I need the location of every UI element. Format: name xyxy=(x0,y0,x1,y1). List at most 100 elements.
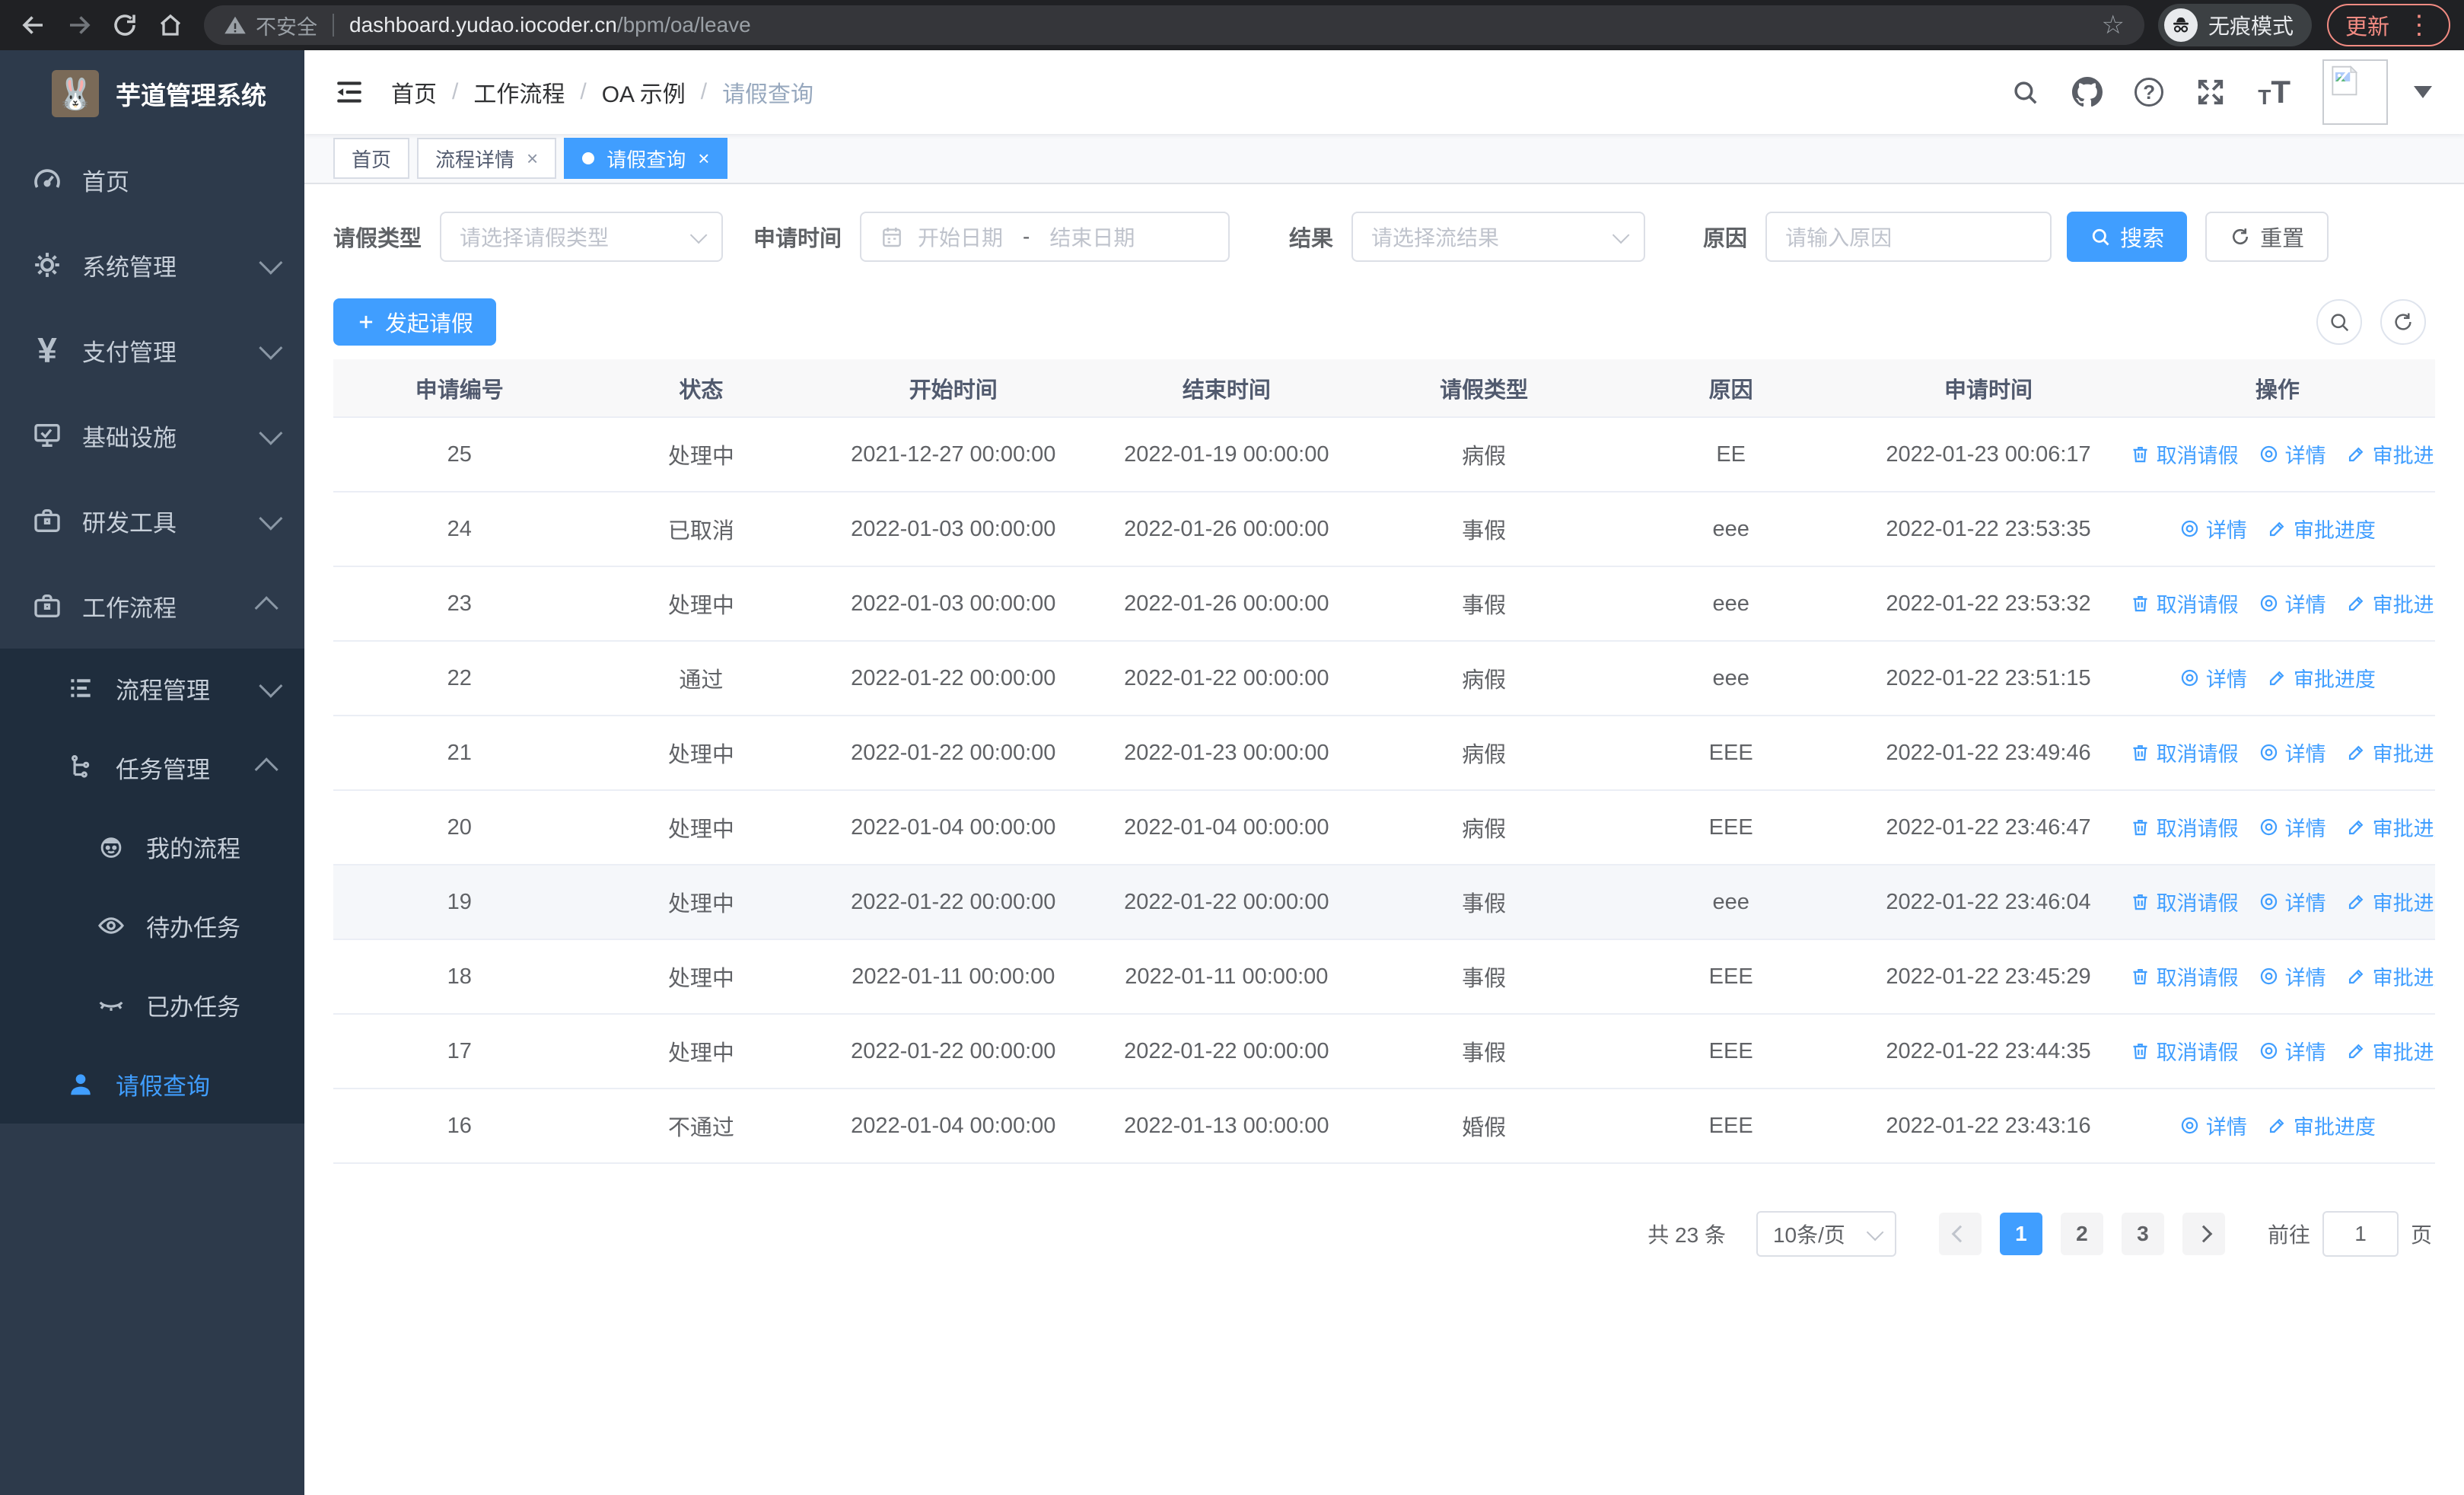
table-cell: EE xyxy=(1604,416,1858,492)
progress-link[interactable]: 审批进度 xyxy=(2346,961,2435,991)
sidebar-item-todo-tasks[interactable]: 待办任务 xyxy=(0,886,304,965)
cancel-leave-link[interactable]: 取消请假 xyxy=(2130,961,2239,991)
progress-link[interactable]: 审批进度 xyxy=(2346,1036,2435,1066)
reset-button[interactable]: 重置 xyxy=(2205,212,2329,262)
sidebar-item-payment[interactable]: ¥ 支付管理 xyxy=(0,308,304,393)
view-icon xyxy=(2260,594,2277,611)
cancel-leave-link[interactable]: 取消请假 xyxy=(2130,588,2239,618)
avatar[interactable] xyxy=(2322,59,2388,125)
cancel-leave-link[interactable]: 取消请假 xyxy=(2130,439,2239,469)
pen-icon xyxy=(2348,894,2364,909)
progress-link[interactable]: 审批进度 xyxy=(2267,514,2376,543)
sidebar-item-devtools[interactable]: 研发工具 xyxy=(0,478,304,563)
progress-link[interactable]: 审批进度 xyxy=(2346,887,2435,916)
github-icon[interactable] xyxy=(2072,77,2103,107)
next-page-button[interactable] xyxy=(2182,1213,2225,1255)
breadcrumb-item[interactable]: OA 示例 xyxy=(602,75,686,109)
goto-page-input[interactable] xyxy=(2322,1211,2399,1257)
progress-link[interactable]: 审批进度 xyxy=(2346,738,2435,767)
tab-home[interactable]: 首页 xyxy=(333,138,410,179)
sidebar-item-done-tasks[interactable]: 已办任务 xyxy=(0,965,304,1044)
detail-link[interactable]: 详情 xyxy=(2259,812,2326,842)
reason-input[interactable]: 请输入原因 xyxy=(1765,212,2052,262)
prev-page-button[interactable] xyxy=(1938,1213,1982,1255)
search-icon[interactable] xyxy=(2010,77,2040,107)
tab-process-detail[interactable]: 流程详情 × xyxy=(417,138,557,179)
sidebar-item-leave-query[interactable]: 请假查询 xyxy=(0,1044,304,1124)
apply-time-range-picker[interactable]: 开始日期 - 结束日期 xyxy=(860,212,1230,262)
fullscreen-icon[interactable] xyxy=(2195,77,2226,107)
col-reason: 原因 xyxy=(1604,359,1858,417)
update-label[interactable]: 更新 xyxy=(2345,9,2389,41)
cancel-leave-link[interactable]: 取消请假 xyxy=(2130,887,2239,916)
collapse-sidebar-icon[interactable] xyxy=(333,76,367,108)
back-icon[interactable] xyxy=(14,5,53,45)
detail-link[interactable]: 详情 xyxy=(2259,1036,2326,1066)
detail-link[interactable]: 详情 xyxy=(2179,514,2247,543)
result-select[interactable]: 请选择流结果 xyxy=(1351,212,1646,262)
page-button-2[interactable]: 2 xyxy=(2060,1213,2103,1255)
progress-link[interactable]: 审批进度 xyxy=(2346,588,2435,618)
create-leave-button[interactable]: 发起请假 xyxy=(333,298,497,346)
home-icon[interactable] xyxy=(151,5,190,45)
progress-link[interactable]: 审批进度 xyxy=(2346,439,2435,469)
close-icon[interactable]: × xyxy=(527,147,538,171)
breadcrumb-item[interactable]: 首页 xyxy=(391,75,437,109)
bookmark-star-icon[interactable]: ☆ xyxy=(2101,10,2124,40)
search-button[interactable]: 搜索 xyxy=(2067,212,2188,262)
tab-leave-query[interactable]: 请假查询 × xyxy=(564,138,728,179)
address-bar[interactable]: 不安全 dashboard.yudao.iocoder.cn /bpm/oa/l… xyxy=(204,5,2144,45)
cancel-leave-link[interactable]: 取消请假 xyxy=(2130,1036,2239,1066)
sidebar-item-task-mgmt[interactable]: 任务管理 xyxy=(0,728,304,807)
detail-link[interactable]: 详情 xyxy=(2259,887,2326,916)
table-cell: EEE xyxy=(1604,716,1858,791)
table-cell: 病假 xyxy=(1363,790,1605,865)
progress-link[interactable]: 审批进度 xyxy=(2267,663,2376,693)
cancel-leave-link[interactable]: 取消请假 xyxy=(2130,812,2239,842)
sidebar-item-infra[interactable]: 基础设施 xyxy=(0,393,304,478)
table-row: 25 处理中 2021-12-27 00:00:00 2022-01-19 00:00… xyxy=(333,416,2435,492)
sidebar-item-process-mgmt[interactable]: 流程管理 xyxy=(0,649,304,728)
table-cell: 病假 xyxy=(1363,641,1605,716)
forward-icon[interactable] xyxy=(59,5,99,45)
detail-link[interactable]: 详情 xyxy=(2179,663,2247,693)
incognito-icon xyxy=(2163,8,2198,42)
progress-link[interactable]: 审批进度 xyxy=(2346,812,2435,842)
table-cell: 事假 xyxy=(1363,1014,1605,1089)
show-search-button[interactable] xyxy=(2316,299,2362,345)
close-icon[interactable]: × xyxy=(698,147,709,171)
sidebar-item-my-process[interactable]: 我的流程 xyxy=(0,807,304,886)
user-icon xyxy=(64,1067,97,1101)
table-body: 25 处理中 2021-12-27 00:00:00 2022-01-19 00:00… xyxy=(333,416,2435,1164)
leave-type-select[interactable]: 请选择请假类型 xyxy=(440,212,724,262)
page-button-1[interactable]: 1 xyxy=(1999,1213,2042,1255)
sidebar: 🐰 芋道管理系统 首页 系统管理 ¥ 支付管理 基础设施 研发工具 工作流程 流… xyxy=(0,50,304,1495)
page-content: 请假类型 请选择请假类型 申请时间 开始日期 - 结束日期 结果 请选择流结果 … xyxy=(304,184,2464,1495)
avatar-dropdown-caret-icon[interactable] xyxy=(2414,86,2432,98)
detail-link[interactable]: 详情 xyxy=(2259,738,2326,767)
reload-icon[interactable] xyxy=(105,5,145,45)
font-size-icon[interactable]: TT xyxy=(2258,76,2291,108)
update-menu[interactable]: 更新 ⋮ xyxy=(2326,4,2450,46)
breadcrumb-item[interactable]: 工作流程 xyxy=(473,75,565,109)
page-button-3[interactable]: 3 xyxy=(2121,1213,2164,1255)
browser-menu-icon[interactable]: ⋮ xyxy=(2406,12,2432,38)
detail-link[interactable]: 详情 xyxy=(2259,588,2326,618)
page-size-select[interactable]: 10条/页 xyxy=(1756,1211,1896,1257)
detail-link[interactable]: 详情 xyxy=(2259,439,2326,469)
cancel-leave-link[interactable]: 取消请假 xyxy=(2130,738,2239,767)
detail-link[interactable]: 详情 xyxy=(2179,1111,2247,1140)
table-cell: 2022-01-26 00:00:00 xyxy=(1090,492,1364,567)
view-icon xyxy=(2181,520,2198,537)
refresh-table-button[interactable] xyxy=(2380,299,2426,345)
col-apply: 申请时间 xyxy=(1857,359,2120,417)
browser-toolbar: 不安全 dashboard.yudao.iocoder.cn /bpm/oa/l… xyxy=(0,0,2464,50)
sidebar-item-workflow[interactable]: 工作流程 xyxy=(0,563,304,649)
sidebar-item-system[interactable]: 系统管理 xyxy=(0,222,304,308)
view-icon xyxy=(2260,744,2277,760)
refresh-icon xyxy=(2233,228,2249,245)
help-icon[interactable]: ? xyxy=(2135,78,2164,107)
detail-link[interactable]: 详情 xyxy=(2259,961,2326,991)
progress-link[interactable]: 审批进度 xyxy=(2267,1111,2376,1140)
sidebar-item-home[interactable]: 首页 xyxy=(0,137,304,222)
